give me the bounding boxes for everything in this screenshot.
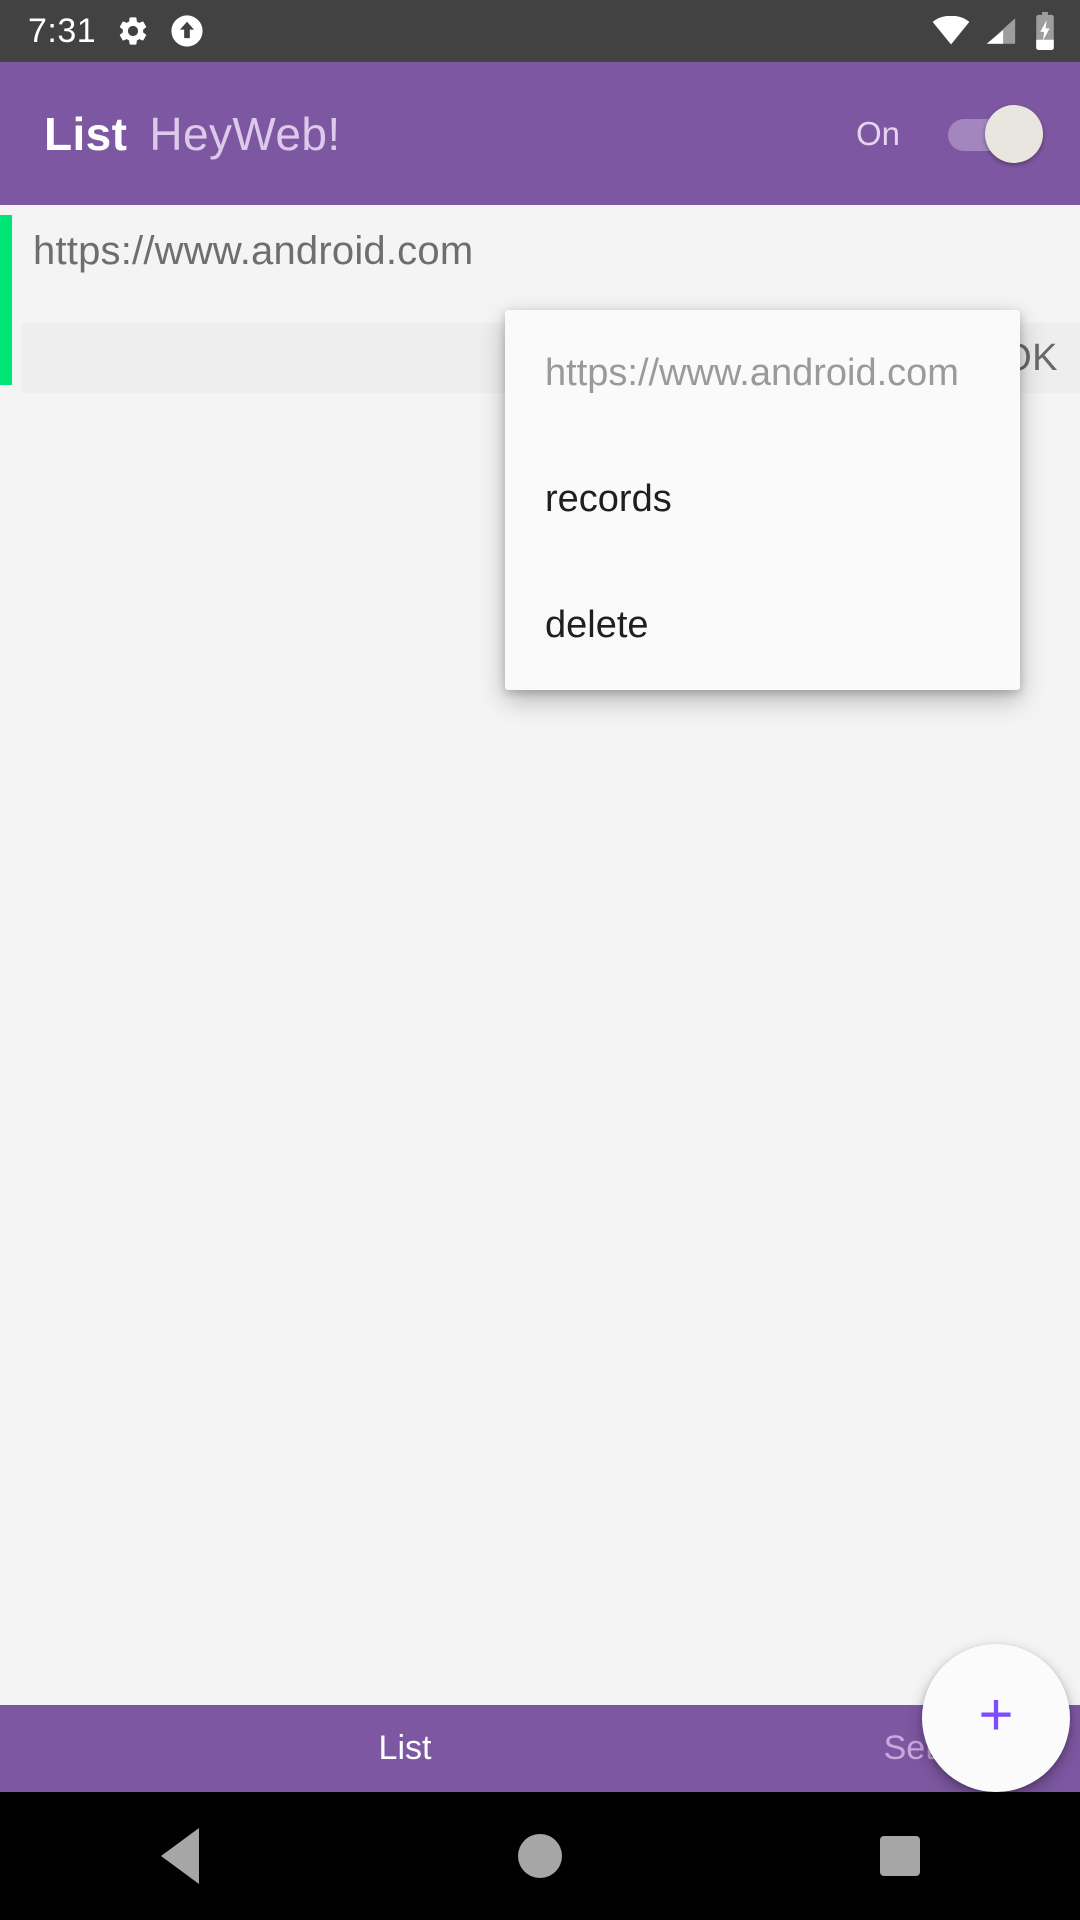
add-fab-button[interactable]: +	[922, 1644, 1070, 1792]
list-item-url[interactable]: https://www.android.com	[33, 229, 473, 274]
toggle-switch-label: On	[855, 114, 900, 152]
bottom-tab-bar: List Settings	[0, 1705, 1080, 1792]
tab-list[interactable]: List	[270, 1705, 540, 1792]
context-popup-menu: https://www.android.com records delete	[505, 310, 1020, 690]
plus-icon: +	[978, 1681, 1014, 1748]
status-bar: 7:31	[0, 0, 1080, 62]
popup-menu-item-delete[interactable]: delete	[505, 562, 1020, 688]
status-bar-left: 7:31	[28, 14, 204, 48]
nav-back-button[interactable]	[0, 1792, 360, 1920]
gear-icon	[116, 14, 150, 48]
home-icon	[518, 1834, 562, 1878]
nav-recents-button[interactable]	[720, 1792, 1080, 1920]
battery-charging-icon	[1032, 12, 1058, 50]
toggle-thumb[interactable]	[985, 104, 1043, 163]
toggle-switch-group[interactable]: On	[856, 103, 1044, 165]
list-item-accent-bar	[0, 215, 12, 385]
nav-home-button[interactable]	[360, 1792, 720, 1920]
app-bar: List HeyWeb! On	[0, 62, 1080, 205]
android-navigation-bar	[0, 1792, 1080, 1920]
status-bar-right	[932, 12, 1058, 50]
app-bar-subtitle: HeyWeb!	[149, 107, 341, 160]
upload-arrow-icon	[170, 14, 204, 48]
phone-screen: 7:31 List HeyWeb! On https://www.android…	[0, 0, 1080, 1920]
cellular-signal-icon	[984, 16, 1018, 46]
popup-menu-header: https://www.android.com	[545, 351, 959, 394]
app-bar-title: List	[44, 107, 128, 160]
popup-menu-item-records[interactable]: records	[505, 436, 1020, 562]
back-icon	[161, 1828, 199, 1884]
status-clock: 7:31	[28, 12, 97, 50]
enable-toggle-switch[interactable]	[948, 103, 1044, 165]
wifi-icon	[932, 16, 970, 46]
recents-icon	[880, 1836, 920, 1876]
